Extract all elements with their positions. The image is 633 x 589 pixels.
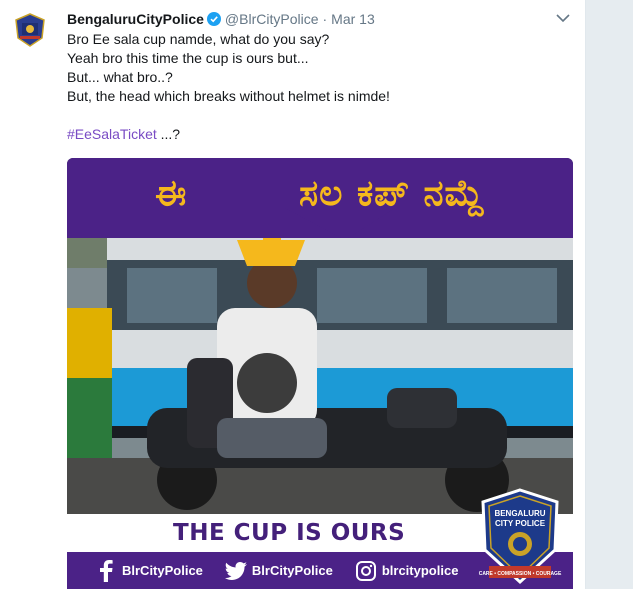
tweet-header: BengaluruCityPolice @BlrCityPolice · Mar… [67, 10, 375, 28]
kannada-title-left: ಈ [155, 173, 188, 214]
bengaluru-city-police-badge-logo: BENGALURU CITY POLICE CARE • COMPASSION … [479, 488, 562, 585]
social-facebook: BlrCityPolice [95, 559, 203, 582]
verified-badge-icon [206, 12, 221, 26]
twitter-icon [224, 560, 247, 582]
cup-text: THE CUP IS OURS [173, 520, 406, 546]
svg-text:CITY POLICE: CITY POLICE [495, 519, 546, 528]
instagram-icon [355, 560, 377, 582]
facebook-handle: BlrCityPolice [122, 563, 203, 578]
tweet-line: But... what bro..? [67, 69, 173, 85]
hashtag-suffix: ...? [156, 126, 181, 142]
tweet-line: Bro Ee sala cup namde, what do you say? [67, 31, 330, 47]
author-name[interactable]: BengaluruCityPolice [67, 10, 204, 28]
right-rail [586, 0, 633, 589]
hashtag-line: #EeSalaTicket ...? [67, 125, 567, 144]
svg-text:BENGALURU: BENGALURU [494, 509, 545, 518]
tweet-line: Yeah bro this time the cup is ours but..… [67, 50, 309, 66]
tweet-text: Bro Ee sala cup namde, what do you say? … [67, 30, 567, 144]
avatar[interactable] [12, 12, 48, 48]
instagram-handle: blrcitypolice [381, 563, 459, 578]
svg-text:CARE • COMPASSION • COURAGE: CARE • COMPASSION • COURAGE [479, 571, 562, 577]
chevron-down-icon[interactable] [556, 13, 570, 23]
social-twitter: BlrCityPolice [224, 560, 333, 582]
separator-dot: · [322, 11, 328, 27]
hashtag-link[interactable]: #EeSalaTicket [67, 126, 157, 142]
street-photo [67, 238, 573, 514]
author-handle[interactable]: @BlrCityPolice [225, 10, 319, 28]
media-banner: ಈ ಸಲ ಕಪ್ ನಮ್ದೆ [67, 158, 573, 240]
twitter-handle: BlrCityPolice [251, 563, 333, 578]
speech-bubble-tail [285, 208, 395, 240]
tweet-line: But, the head which breaks without helme… [67, 88, 390, 104]
timestamp[interactable]: Mar 13 [331, 10, 375, 28]
facebook-icon [95, 559, 117, 582]
tweet-media[interactable]: ಈ ಸಲ ಕಪ್ ನಮ್ದೆ THE CUP IS OURS BlrCityPo… [67, 158, 573, 589]
social-instagram: blrcitypolice [355, 560, 459, 582]
tweet[interactable]: BengaluruCityPolice @BlrCityPolice · Mar… [0, 0, 586, 589]
